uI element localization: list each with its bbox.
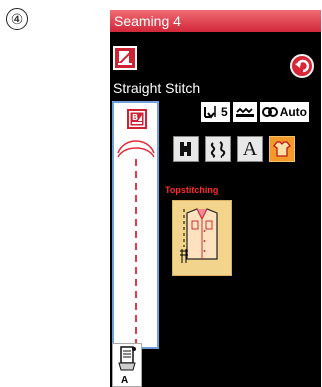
presser-foot-icon <box>118 346 136 371</box>
tab-straight-stitch[interactable] <box>173 136 199 162</box>
stitch-length-value: 5 <box>221 105 228 119</box>
thread-tension-icon <box>118 51 132 65</box>
stitch-line <box>117 140 155 349</box>
alphabet-mode-icon: A <box>242 138 258 160</box>
tension-indicator: Auto <box>259 102 310 122</box>
pattern-category-label: Topstitching <box>165 185 219 195</box>
tension-value: Auto <box>279 105 308 119</box>
step-number: ④ <box>6 8 28 30</box>
mirror-image-icon: B <box>129 111 145 127</box>
svg-text:B: B <box>132 113 138 122</box>
sewing-machine-screen: Seaming 4 Straight Stitch B 5 Auto A Top… <box>110 10 321 387</box>
stitch-length-icon <box>204 106 216 119</box>
straight-stitch-mode-icon <box>180 142 191 156</box>
utility-stitch-mode-icon <box>273 141 291 157</box>
tension-icon <box>261 107 278 117</box>
stitch-preview: B <box>112 101 159 349</box>
presser-foot-label: A <box>121 375 129 386</box>
tab-utility-stitch[interactable] <box>269 136 295 162</box>
settings-status-row: 5 Auto <box>201 102 310 122</box>
back-icon <box>295 59 310 73</box>
pattern-stitch-mode-icon <box>210 141 226 158</box>
shirt-icon <box>180 208 218 263</box>
screen-title: Seaming 4 <box>114 13 181 29</box>
stitch-mode-tabs: A <box>173 136 295 162</box>
feed-dog-indicator <box>232 102 257 122</box>
presser-foot-indicator: A <box>112 343 142 387</box>
stitch-length-indicator: 5 <box>201 102 230 122</box>
tab-pattern-stitch[interactable] <box>205 136 231 162</box>
back-button[interactable] <box>290 54 314 78</box>
mirror-image-button[interactable]: B <box>127 109 147 129</box>
stitch-name: Straight Stitch <box>113 80 201 96</box>
title-bar: Seaming 4 <box>110 10 321 32</box>
topstitching-pattern-button[interactable] <box>172 200 232 276</box>
tab-alphabet[interactable]: A <box>237 136 263 162</box>
thread-tension-button[interactable] <box>113 46 137 70</box>
feed-dog-icon <box>235 107 254 117</box>
